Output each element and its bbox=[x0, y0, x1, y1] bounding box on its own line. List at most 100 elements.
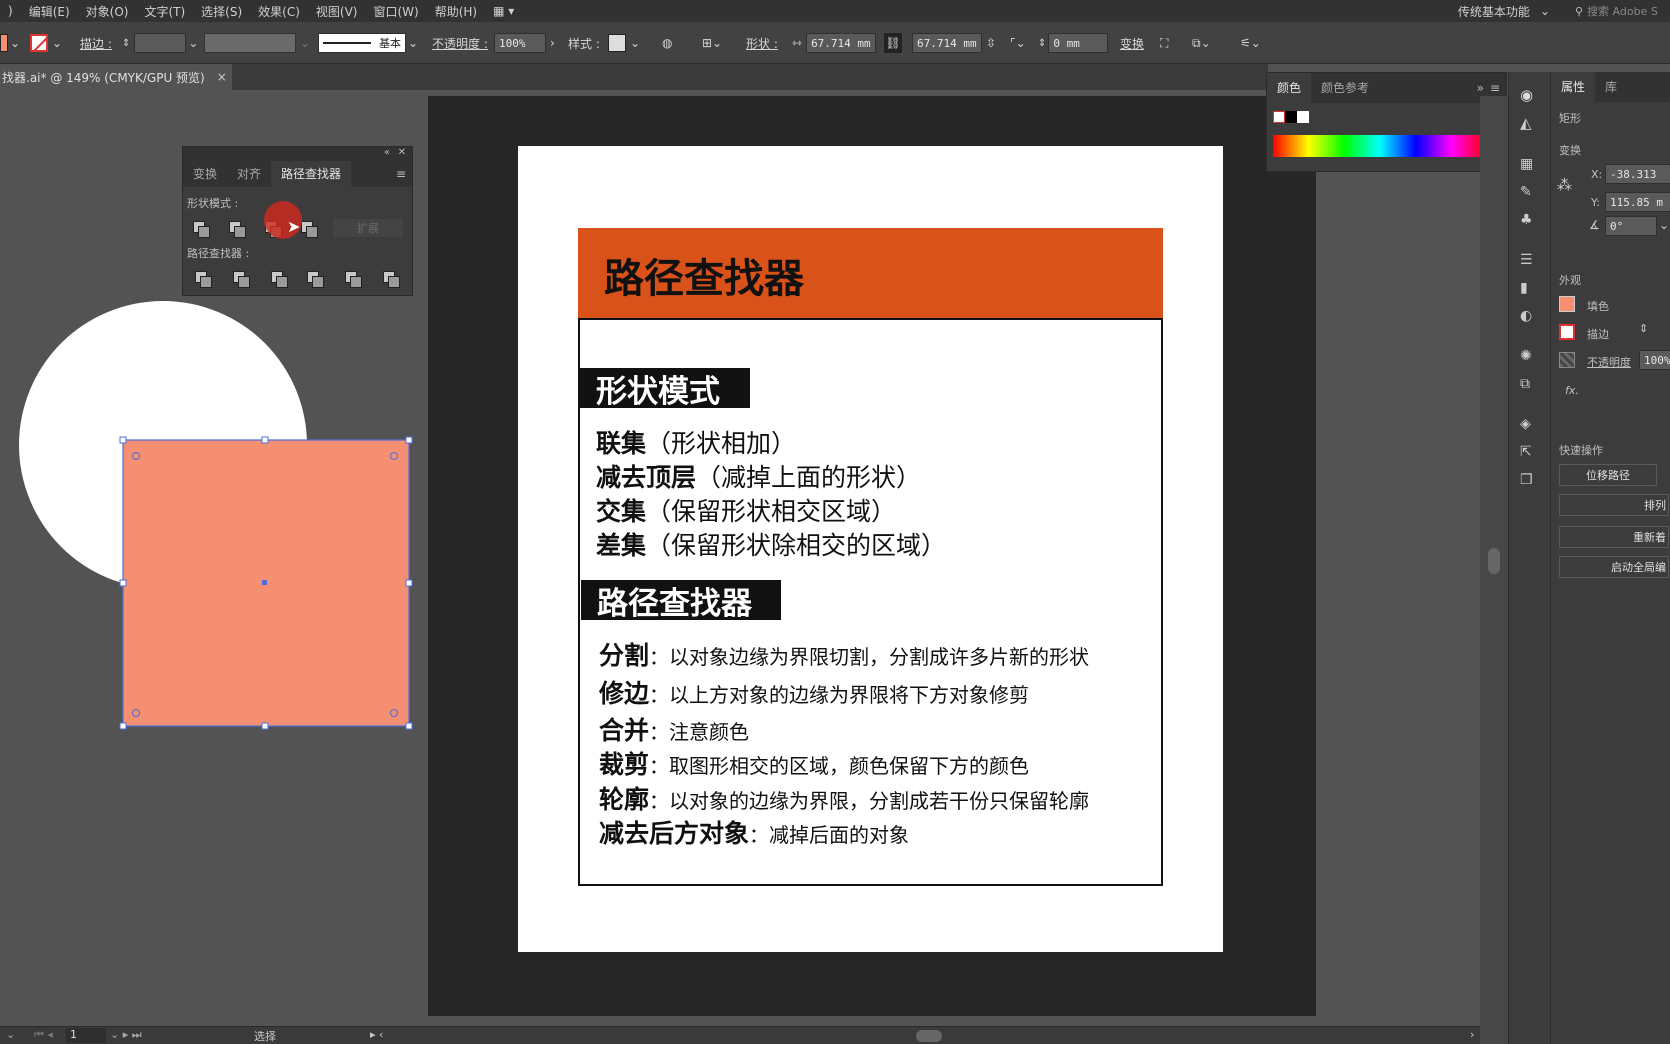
close-tab-button[interactable]: × bbox=[217, 70, 227, 84]
tab-color-guide[interactable]: 颜色参考 bbox=[1311, 73, 1379, 103]
start-global-edit-button[interactable]: 启动全局编 bbox=[1559, 556, 1669, 578]
corner-type-icon[interactable]: ⌜⌄ bbox=[1010, 33, 1026, 53]
rotation-input[interactable]: 0° bbox=[1605, 216, 1657, 236]
symbols-icon[interactable]: ♣ bbox=[1520, 212, 1540, 230]
menu-window[interactable]: 窗口(W) bbox=[365, 3, 426, 20]
stroke-swatch[interactable]: ⌄ bbox=[30, 33, 62, 53]
expand-button[interactable]: 扩展 bbox=[333, 219, 403, 237]
crop-icon[interactable] bbox=[307, 271, 324, 288]
graphic-styles-icon[interactable]: ⧉ bbox=[1520, 376, 1540, 394]
brushes-icon[interactable]: ✎ bbox=[1520, 184, 1540, 202]
minus-front-icon[interactable] bbox=[229, 221, 246, 238]
transparency-icon[interactable]: ◐ bbox=[1520, 308, 1540, 326]
arrange-icon[interactable]: ⧉⌄ bbox=[1192, 33, 1211, 53]
menu-partial[interactable]: ) bbox=[0, 4, 21, 18]
arrange-button[interactable]: 排列 bbox=[1559, 494, 1669, 516]
search-input[interactable]: ⚲ 搜索 Adobe S bbox=[1575, 0, 1670, 22]
tab-libraries[interactable]: 库 bbox=[1595, 72, 1627, 102]
reference-point-icon[interactable]: ⁂ bbox=[1557, 176, 1572, 194]
scroll-right-arrow[interactable]: › bbox=[1470, 1028, 1474, 1041]
none-swatch[interactable] bbox=[1273, 111, 1285, 123]
appearance-icon[interactable]: ✺ bbox=[1520, 348, 1540, 366]
scrollbar-thumb[interactable] bbox=[1488, 548, 1500, 574]
asset-export-icon[interactable]: ⇱ bbox=[1520, 444, 1540, 462]
variable-width-profile[interactable]: ⌄ bbox=[204, 33, 310, 53]
stroke-panel-icon[interactable]: ☰ bbox=[1520, 252, 1540, 270]
graphic-style-select[interactable]: ⌄ bbox=[608, 33, 640, 53]
artboard-nav-next[interactable]: ⌄ ▸ ⏭ bbox=[110, 1028, 142, 1042]
vertical-scrollbar[interactable] bbox=[1480, 96, 1508, 1044]
white-swatch[interactable] bbox=[1297, 111, 1309, 123]
tab-properties[interactable]: 属性 bbox=[1551, 72, 1596, 102]
fx-button[interactable]: fx. bbox=[1565, 384, 1579, 397]
stroke-style-select[interactable]: 基本 ⌄ bbox=[318, 33, 418, 53]
y-input[interactable]: 115.85 m bbox=[1605, 192, 1670, 212]
tab-transform[interactable]: 变换 bbox=[183, 161, 227, 187]
unite-icon[interactable] bbox=[193, 221, 210, 238]
opacity-input[interactable]: 100% › bbox=[494, 33, 555, 53]
workspace-label: 传统基本功能 bbox=[1457, 4, 1530, 19]
panel-titlebar[interactable]: « ✕ bbox=[183, 147, 412, 161]
artboard-nav-first[interactable]: ⏮ ◂ bbox=[34, 1028, 53, 1042]
fill-swatch[interactable]: ⌄ bbox=[0, 33, 20, 53]
minus-back-icon[interactable] bbox=[383, 271, 400, 288]
merge-icon[interactable] bbox=[271, 271, 288, 288]
collapse-icon[interactable]: « bbox=[384, 147, 390, 158]
artboards-icon[interactable]: ❐ bbox=[1520, 472, 1540, 490]
color-panel-icon[interactable]: ◉ bbox=[1520, 86, 1540, 104]
divide-icon[interactable] bbox=[195, 271, 212, 288]
trim-icon[interactable] bbox=[233, 271, 250, 288]
menu-view[interactable]: 视图(V) bbox=[308, 3, 366, 20]
constrain-proportions-button[interactable]: ⛓ bbox=[884, 33, 902, 53]
x-input[interactable]: -38.313 bbox=[1605, 164, 1670, 184]
opacity-input[interactable]: 100% bbox=[1639, 350, 1670, 370]
chevron-down-icon[interactable]: ⌄ bbox=[1659, 218, 1669, 232]
panel-menu-icon[interactable]: ≡ bbox=[1490, 81, 1500, 95]
tab-pathfinder[interactable]: 路径查找器 bbox=[271, 161, 352, 187]
menu-effect[interactable]: 效果(C) bbox=[250, 3, 308, 20]
stroke-style-value: 基本 bbox=[379, 37, 401, 50]
stroke-swatch[interactable] bbox=[1559, 324, 1575, 340]
close-icon[interactable]: ✕ bbox=[398, 147, 406, 158]
exclude-icon[interactable] bbox=[301, 221, 318, 238]
stroke-stepper[interactable]: ⇕ bbox=[1639, 322, 1648, 335]
panel-menu-icon[interactable]: ≡ bbox=[396, 161, 406, 187]
gradient-icon[interactable]: ▮ bbox=[1520, 280, 1540, 298]
menu-help[interactable]: 帮助(H) bbox=[427, 3, 485, 20]
swatches-icon[interactable]: ▦ bbox=[1520, 156, 1540, 174]
color-spectrum[interactable] bbox=[1273, 135, 1487, 157]
offset-path-button[interactable]: 位移路径 bbox=[1559, 464, 1657, 486]
panel-menu-icon[interactable]: ⚟⌄ bbox=[1240, 33, 1261, 53]
fill-swatch[interactable] bbox=[1559, 296, 1575, 312]
isolate-icon[interactable]: ⛶ bbox=[1160, 33, 1168, 53]
zoom-dropdown[interactable]: ⌄ bbox=[6, 1028, 15, 1041]
tab-color[interactable]: 颜色 bbox=[1267, 73, 1312, 103]
transform-button[interactable]: 变换 bbox=[1120, 33, 1144, 53]
artboard-number-input[interactable]: 1 bbox=[66, 1028, 106, 1043]
recolor-icon[interactable]: ◍ bbox=[662, 33, 672, 53]
menu-object[interactable]: 对象(O) bbox=[78, 3, 137, 20]
stroke-label: 描边 bbox=[1587, 328, 1609, 341]
pathfinder-line: 减去后方对象 ：减掉后面的对象 bbox=[599, 819, 910, 848]
menu-select[interactable]: 选择(S) bbox=[193, 3, 250, 20]
layout-switcher-icon[interactable]: ▦ ▾ bbox=[485, 4, 522, 18]
align-icon[interactable]: ⊞⌄ bbox=[702, 33, 722, 53]
color-guide-icon[interactable]: ◭ bbox=[1520, 114, 1540, 132]
recolor-button[interactable]: 重新着 bbox=[1559, 526, 1669, 548]
opacity-label: 不透明度 : bbox=[432, 36, 488, 51]
expand-panel-icon[interactable]: » bbox=[1477, 81, 1484, 95]
document-tab[interactable]: 找器.ai* @ 149% (CMYK/GPU 预览) × bbox=[0, 64, 232, 90]
width-input[interactable]: ⇿ 67.714 mm bbox=[792, 33, 877, 53]
black-swatch[interactable] bbox=[1285, 111, 1297, 123]
stroke-weight-stepper[interactable]: ⇕ ⌄ bbox=[122, 33, 198, 53]
layers-icon[interactable]: ◈ bbox=[1520, 416, 1540, 434]
status-arrows[interactable]: ▸ ‹ bbox=[370, 1028, 383, 1041]
corner-radius-input[interactable]: ⇕ 0 mm bbox=[1038, 33, 1109, 53]
outline-icon[interactable] bbox=[345, 271, 362, 288]
menu-type[interactable]: 文字(T) bbox=[136, 3, 193, 20]
height-input[interactable]: 67.714 mm bbox=[912, 33, 982, 53]
menu-edit[interactable]: 编辑(E) bbox=[21, 3, 78, 20]
tab-align[interactable]: 对齐 bbox=[227, 161, 271, 187]
horizontal-scrollbar-thumb[interactable] bbox=[916, 1030, 942, 1042]
workspace-switcher[interactable]: 传统基本功能 ⌄ bbox=[1458, 0, 1550, 22]
